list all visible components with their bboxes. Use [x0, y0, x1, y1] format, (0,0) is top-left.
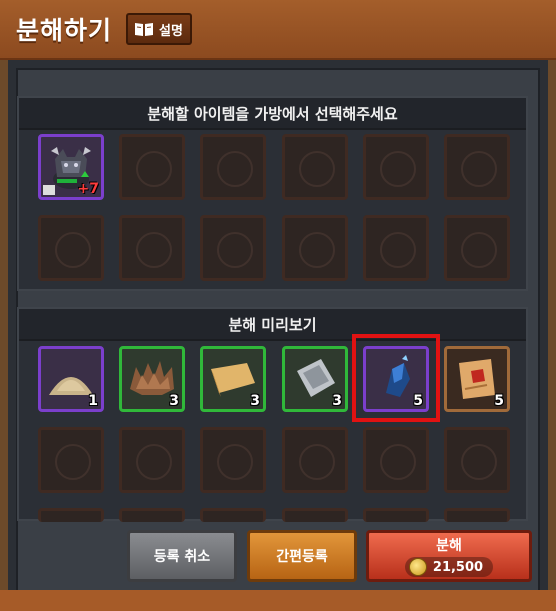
register-slot-8[interactable]	[119, 215, 185, 281]
register-slot-2[interactable]	[119, 134, 185, 200]
book-icon	[135, 23, 153, 36]
preview-slot-7[interactable]	[38, 427, 104, 493]
preview-slot-17	[363, 508, 429, 522]
cancel-registration-button[interactable]: 등록 취소	[127, 530, 237, 582]
register-panel-title: 분해할 아이템을 가방에서 선택해주세요	[19, 98, 526, 130]
preview-slot-15	[200, 508, 266, 522]
item-quantity: 3	[332, 393, 342, 409]
preview-slot-12[interactable]	[444, 427, 510, 493]
decompose-label: 분해	[436, 538, 462, 554]
preview-slot-13	[38, 508, 104, 522]
preview-slot-14	[119, 508, 185, 522]
register-slot-3[interactable]	[200, 134, 266, 200]
item-quantity: 3	[250, 393, 260, 409]
preview-slot-1[interactable]: 1	[38, 346, 104, 412]
bottom-border	[0, 590, 556, 611]
preview-slot-16	[282, 508, 348, 522]
item-quantity: 5	[494, 393, 504, 409]
register-slot-4[interactable]	[282, 134, 348, 200]
page-title: 분해하기	[16, 16, 113, 45]
preview-slot-6[interactable]: 5	[444, 346, 510, 412]
preview-slot-8[interactable]	[119, 427, 185, 493]
cost-amount: 21,500	[432, 559, 484, 575]
decompose-button[interactable]: 분해 21,500	[366, 530, 532, 582]
item-quantity: 3	[169, 393, 179, 409]
preview-slot-11[interactable]	[363, 427, 429, 493]
help-label: 설명	[159, 23, 183, 39]
preview-slot-4[interactable]: 3	[282, 346, 348, 412]
cancel-label: 등록 취소	[153, 549, 211, 565]
register-slot-1[interactable]: +7	[38, 134, 104, 200]
preview-slot-18	[444, 508, 510, 522]
preview-slot-3[interactable]: 3	[200, 346, 266, 412]
preview-slot-2[interactable]: 3	[119, 346, 185, 412]
register-slot-6[interactable]	[444, 134, 510, 200]
preview-slot-10[interactable]	[282, 427, 348, 493]
register-slot-9[interactable]	[200, 215, 266, 281]
register-slot-10[interactable]	[282, 215, 348, 281]
selection-highlight	[352, 334, 440, 422]
preview-slot-9[interactable]	[200, 427, 266, 493]
header-bar: 분해하기 설명	[0, 0, 556, 60]
help-button[interactable]: 설명	[126, 13, 192, 45]
item-quantity: 1	[88, 393, 98, 409]
enhance-level-badge: +7	[77, 181, 99, 197]
register-slot-12[interactable]	[444, 215, 510, 281]
decompose-cost: 21,500	[404, 557, 494, 577]
preview-panel-title: 분해 미리보기	[19, 309, 526, 341]
register-slot-7[interactable]	[38, 215, 104, 281]
simple-register-button[interactable]: 간편등록	[247, 530, 357, 582]
gold-coin-icon	[408, 558, 427, 576]
register-slot-5[interactable]	[363, 134, 429, 200]
simple-register-label: 간편등록	[276, 549, 328, 565]
register-slot-11[interactable]	[363, 215, 429, 281]
